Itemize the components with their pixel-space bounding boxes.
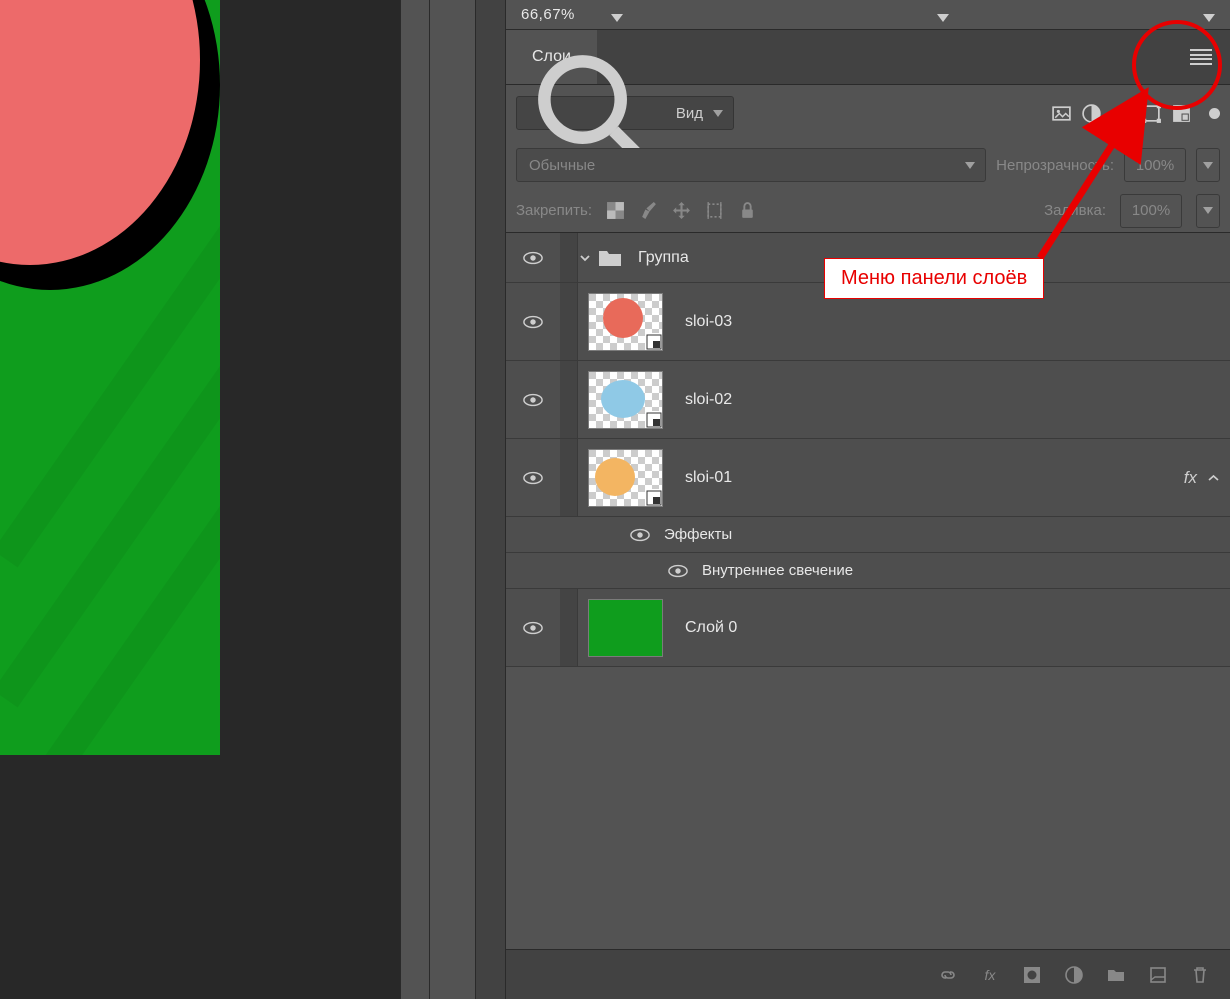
mask-icon[interactable]: [1022, 965, 1042, 985]
smart-object-icon: [645, 489, 663, 507]
chevron-down-icon: [965, 162, 975, 169]
zoom-value: 66,67%: [521, 6, 575, 23]
visibility-toggle[interactable]: [668, 564, 688, 578]
effect-name: Внутреннее свечение: [702, 562, 853, 579]
layer-name[interactable]: sloi-01: [685, 469, 732, 487]
effects-label: Эффекты: [664, 526, 732, 543]
opacity-stepper[interactable]: [1196, 148, 1220, 182]
divider: [400, 0, 430, 999]
fill-stepper[interactable]: [1196, 194, 1220, 228]
lock-label: Закрепить:: [516, 202, 592, 219]
layer-thumbnail[interactable]: [588, 371, 663, 429]
lock-brush-icon[interactable]: [639, 201, 658, 220]
blend-row: Обычные Непрозрачность: 100%: [506, 141, 1230, 189]
layer-thumbnail[interactable]: [588, 599, 663, 657]
filter-toggle[interactable]: [1209, 108, 1220, 119]
canvas-area: [0, 0, 400, 999]
layers-bottom-bar: fx: [506, 949, 1230, 999]
lock-all-icon[interactable]: [738, 201, 757, 220]
canvas[interactable]: [0, 0, 220, 755]
smart-object-icon: [645, 333, 663, 351]
layer-search[interactable]: Вид: [516, 96, 734, 130]
layer-thumbnail[interactable]: [588, 449, 663, 507]
lock-pixels-icon[interactable]: [606, 201, 625, 220]
layers-panel: 66,67% Слои Вид T Обычные Непрозр: [506, 0, 1230, 999]
filter-shape-icon[interactable]: [1141, 103, 1162, 124]
layer-name[interactable]: Группа: [638, 249, 689, 267]
layer-row[interactable]: Слой 0: [506, 589, 1230, 667]
filter-smart-icon[interactable]: [1171, 103, 1192, 124]
visibility-toggle[interactable]: [506, 471, 560, 485]
svg-text:fx: fx: [985, 967, 997, 983]
filter-pixel-icon[interactable]: [1051, 103, 1072, 124]
layer-name[interactable]: sloi-03: [685, 313, 732, 331]
annotation-label: Меню панели слоёв: [824, 258, 1044, 299]
layer-thumbnail[interactable]: [588, 293, 663, 351]
new-group-icon[interactable]: [1106, 965, 1126, 985]
adjustment-icon[interactable]: [1064, 965, 1084, 985]
svg-text:T: T: [1116, 103, 1127, 123]
effect-item[interactable]: Внутреннее свечение: [506, 553, 1230, 589]
link-icon[interactable]: [938, 965, 958, 985]
fill-value[interactable]: 100%: [1120, 194, 1182, 228]
layer-name[interactable]: Слой 0: [685, 619, 737, 637]
folder-icon: [598, 248, 622, 268]
chevron-up-icon[interactable]: [1207, 474, 1220, 482]
filter-row: Вид T: [506, 85, 1230, 141]
layer-row[interactable]: sloi-01 fx: [506, 439, 1230, 517]
fx-icon[interactable]: fx: [980, 965, 1000, 985]
effects-row[interactable]: Эффекты: [506, 517, 1230, 553]
visibility-toggle[interactable]: [630, 528, 650, 542]
visibility-toggle[interactable]: [506, 251, 560, 265]
visibility-toggle[interactable]: [506, 315, 560, 329]
layer-row[interactable]: sloi-02: [506, 361, 1230, 439]
zoom-bar: 66,67%: [506, 0, 1230, 30]
blend-mode-select[interactable]: Обычные: [516, 148, 986, 182]
delete-icon[interactable]: [1190, 965, 1210, 985]
panel-collapse-strip[interactable]: [476, 0, 506, 999]
opacity-label: Непрозрачность:: [996, 157, 1114, 174]
layer-name[interactable]: sloi-02: [685, 391, 732, 409]
lock-row: Закрепить: Заливка: 100%: [506, 189, 1230, 233]
chevron-down-icon[interactable]: [578, 251, 592, 265]
divider: [430, 0, 476, 999]
lock-artboard-icon[interactable]: [705, 201, 724, 220]
new-layer-icon[interactable]: [1148, 965, 1168, 985]
visibility-toggle[interactable]: [506, 393, 560, 407]
visibility-toggle[interactable]: [506, 621, 560, 635]
filter-adjust-icon[interactable]: [1081, 103, 1102, 124]
fill-label: Заливка:: [1044, 202, 1106, 219]
smart-object-icon: [645, 411, 663, 429]
chevron-down-icon: [713, 110, 723, 117]
opacity-value[interactable]: 100%: [1124, 148, 1186, 182]
fx-badge[interactable]: fx: [1184, 468, 1220, 488]
lock-position-icon[interactable]: [672, 201, 691, 220]
panel-menu-button[interactable]: [1190, 49, 1212, 65]
zoom-slider[interactable]: [611, 4, 1215, 26]
filter-type-icon[interactable]: T: [1111, 103, 1132, 124]
search-label: Вид: [676, 105, 703, 122]
